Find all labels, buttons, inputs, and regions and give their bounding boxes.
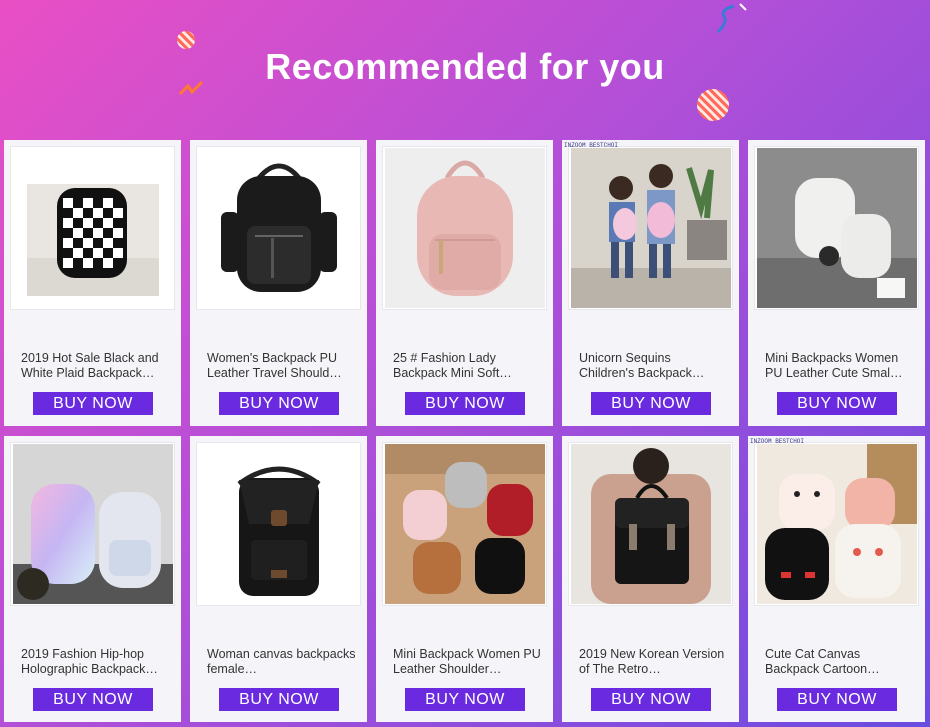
header-banner: Recommended for you: [0, 0, 930, 135]
buy-now-button[interactable]: BUY NOW: [777, 688, 897, 711]
buy-now-button[interactable]: BUY NOW: [591, 688, 711, 711]
buy-now-button[interactable]: BUY NOW: [405, 392, 525, 415]
product-grid: 2019 Hot Sale Black and White Plaid Back…: [4, 140, 930, 727]
product-title[interactable]: 25 # Fashion Lady Backpack Mini Soft…: [393, 351, 543, 381]
page-title: Recommended for you: [265, 46, 665, 87]
checkered-backpack-photo: [12, 148, 173, 308]
confetti-decoration: [716, 3, 747, 34]
buy-now-button[interactable]: BUY NOW: [777, 392, 897, 415]
product-card[interactable]: 2019 Hot Sale Black and White Plaid Back…: [4, 140, 181, 426]
product-image[interactable]: [382, 146, 547, 310]
buy-now-button[interactable]: BUY NOW: [33, 688, 153, 711]
product-image[interactable]: [568, 146, 733, 310]
product-title[interactable]: Unicorn Sequins Children's Backpack…: [579, 351, 729, 381]
product-image[interactable]: [196, 146, 361, 310]
retro-satchel-backpack-photo: [570, 444, 731, 604]
product-image[interactable]: [196, 442, 361, 606]
pink-mini-backpack-photo: [384, 148, 545, 308]
kids-unicorn-backpack-photo: [570, 148, 731, 308]
product-title[interactable]: Women's Backpack PU Leather Travel Shoul…: [207, 351, 357, 381]
product-title[interactable]: 2019 New Korean Version of The Retro…: [579, 647, 729, 677]
buy-now-button[interactable]: BUY NOW: [591, 392, 711, 415]
assorted-mini-backpacks-photo: [384, 444, 545, 604]
product-card[interactable]: INZOOM BESTCHOI Unicorn Sequins Children…: [562, 140, 739, 426]
product-card[interactable]: 25 # Fashion Lady Backpack Mini Soft… BU…: [376, 140, 553, 426]
product-title[interactable]: Mini Backpacks Women PU Leather Cute Sma…: [765, 351, 915, 381]
product-card[interactable]: Mini Backpacks Women PU Leather Cute Sma…: [748, 140, 925, 426]
product-image[interactable]: [754, 442, 919, 606]
product-image[interactable]: [568, 442, 733, 606]
brand-watermark: INZOOM BESTCHOI: [564, 142, 619, 149]
product-card[interactable]: Woman canvas backpacks female… BUY NOW: [190, 436, 367, 722]
buy-now-button[interactable]: BUY NOW: [33, 392, 153, 415]
product-image[interactable]: [754, 146, 919, 310]
product-card[interactable]: Women's Backpack PU Leather Travel Shoul…: [190, 140, 367, 426]
black-leather-backpack-photo: [198, 148, 359, 308]
product-title[interactable]: Cute Cat Canvas Backpack Cartoon…: [765, 647, 915, 677]
brand-watermark: INZOOM BESTCHOI: [750, 438, 805, 445]
product-title[interactable]: 2019 Hot Sale Black and White Plaid Back…: [21, 351, 171, 381]
product-title[interactable]: Mini Backpack Women PU Leather Shoulder…: [393, 647, 543, 677]
product-card[interactable]: 2019 Fashion Hip-hop Holographic Backpac…: [4, 436, 181, 722]
product-card[interactable]: Mini Backpack Women PU Leather Shoulder……: [376, 436, 553, 722]
striped-ball-decoration: [697, 89, 729, 121]
product-title[interactable]: 2019 Fashion Hip-hop Holographic Backpac…: [21, 647, 171, 677]
product-image[interactable]: [10, 442, 175, 606]
product-card[interactable]: INZOOM BESTCHOI Cute Cat Canvas Backpack…: [748, 436, 925, 722]
cat-canvas-backpacks-photo: [756, 444, 917, 604]
product-card[interactable]: 2019 New Korean Version of The Retro… BU…: [562, 436, 739, 722]
white-mini-backpacks-photo: [756, 148, 917, 308]
buy-now-button[interactable]: BUY NOW: [219, 392, 339, 415]
product-image[interactable]: [382, 442, 547, 606]
black-canvas-backpack-photo: [198, 444, 359, 604]
buy-now-button[interactable]: BUY NOW: [219, 688, 339, 711]
product-image[interactable]: [10, 146, 175, 310]
buy-now-button[interactable]: BUY NOW: [405, 688, 525, 711]
product-title[interactable]: Woman canvas backpacks female…: [207, 647, 357, 677]
holographic-backpacks-photo: [12, 444, 173, 604]
